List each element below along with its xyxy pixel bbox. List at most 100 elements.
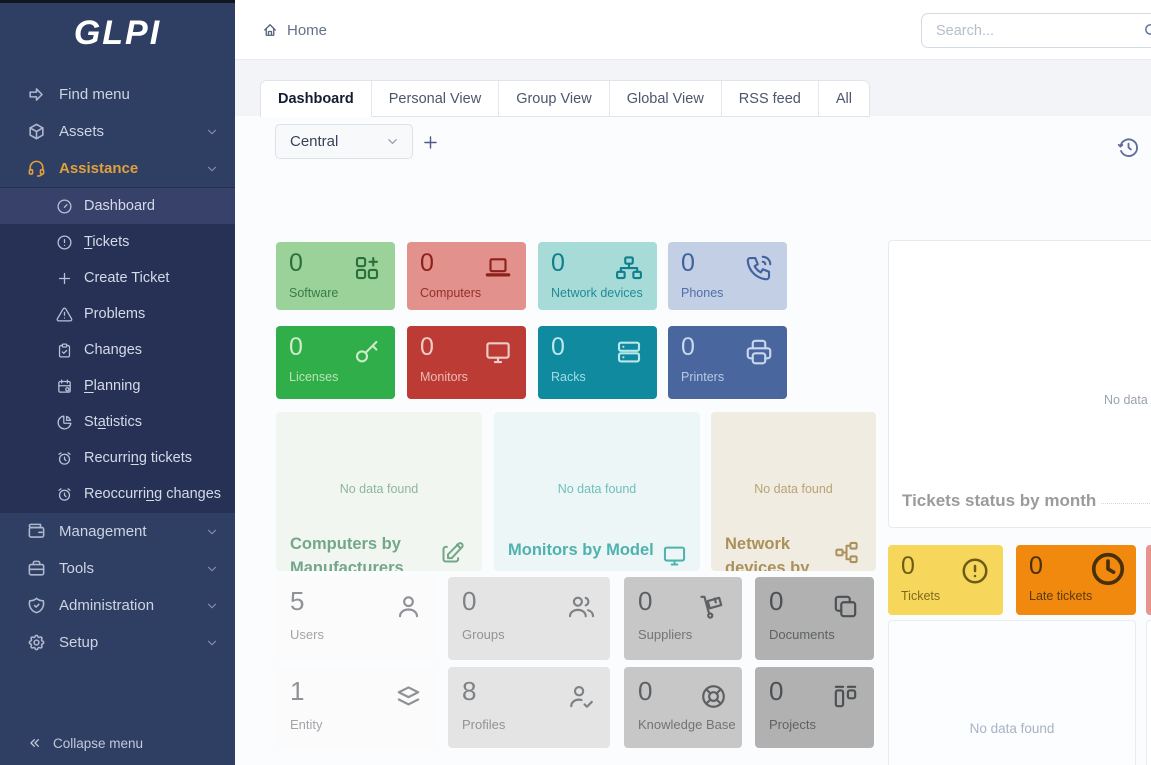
edit-icon xyxy=(439,539,466,566)
stat-tile-projects[interactable]: 0 Projects xyxy=(755,667,874,748)
stat-tile-profiles[interactable]: 8 Profiles xyxy=(448,667,610,748)
chevron-down-icon xyxy=(205,525,219,539)
chart-card-peek[interactable] xyxy=(1146,620,1151,765)
glpi-logo[interactable]: GLPI xyxy=(0,14,235,53)
stat-tile-entity[interactable]: 1 Entity xyxy=(276,667,437,748)
tab-personal-view[interactable]: Personal View xyxy=(372,81,499,117)
sidebar-item-administration[interactable]: Administration xyxy=(0,587,235,624)
dashboard-select[interactable]: Central xyxy=(275,124,413,159)
submenu-item-label: Changes xyxy=(84,342,142,358)
assistance-submenu: Dashboard Tickets Create Ticket Problems… xyxy=(0,187,235,513)
submenu-item-label: Tickets xyxy=(84,234,129,250)
submenu-item-label: Create Ticket xyxy=(84,270,169,286)
asset-tile-phones[interactable]: 0 Phones xyxy=(668,242,787,310)
gear-icon xyxy=(27,633,46,652)
search-icon[interactable] xyxy=(1143,22,1151,39)
sidebar-item-tools[interactable]: Tools xyxy=(0,550,235,587)
submenu-item-recurring-tickets[interactable]: Recurring tickets xyxy=(0,440,235,476)
tab-rss-feed[interactable]: RSS feed xyxy=(722,81,819,117)
chart-card-tickets-status-by-month[interactable]: No data found Tickets status by month xyxy=(888,240,1151,528)
sidebar-item-assistance[interactable]: Assistance xyxy=(0,150,235,187)
submenu-item-dashboard[interactable]: Dashboard xyxy=(0,188,235,224)
arrow-right-icon xyxy=(27,85,46,104)
tile-label: Projects xyxy=(769,717,816,732)
tile-label: Licenses xyxy=(289,370,338,384)
chart-card-computers-by-manufacturers[interactable]: No data found Computers by Manufacturers xyxy=(276,412,482,571)
breadcrumb[interactable]: Home xyxy=(261,0,327,60)
submenu-item-planning[interactable]: Planning xyxy=(0,368,235,404)
stat-tile-documents[interactable]: 0 Documents xyxy=(755,577,874,660)
submenu-item-statistics[interactable]: Statistics xyxy=(0,404,235,440)
home-icon xyxy=(261,21,279,39)
user-check-icon xyxy=(567,682,596,711)
submenu-item-changes[interactable]: Changes xyxy=(0,332,235,368)
asset-tile-licenses[interactable]: 0 Licenses xyxy=(276,326,395,399)
sidebar-item-label: Administration xyxy=(59,597,192,614)
sidebar-item-find-menu[interactable]: Find menu xyxy=(0,76,235,113)
submenu-item-problems[interactable]: Problems xyxy=(0,296,235,332)
ticket-tile-tickets[interactable]: 0 Tickets xyxy=(888,545,1003,615)
tab-group-view[interactable]: Group View xyxy=(499,81,610,117)
no-data-label: No data found xyxy=(1104,393,1151,407)
tile-label: Documents xyxy=(769,627,835,642)
asset-tile-network-devices[interactable]: 0 Network devices xyxy=(538,242,657,310)
sidebar-item-assets[interactable]: Assets xyxy=(0,113,235,150)
chart-card-network-devices[interactable]: No data found Network devices by xyxy=(711,412,876,571)
submenu-item-create-ticket[interactable]: Create Ticket xyxy=(0,260,235,296)
no-data-label: No data found xyxy=(711,482,876,496)
stack-icon xyxy=(394,682,423,711)
submenu-item-label: Recurring tickets xyxy=(84,450,192,466)
tile-count: 0 xyxy=(420,333,434,362)
ticket-tile-late-tickets[interactable]: 0 Late tickets xyxy=(1016,545,1136,615)
sidebar-item-label: Assets xyxy=(59,123,192,140)
chart-card-empty[interactable]: No data found xyxy=(888,620,1136,765)
tile-count: 0 xyxy=(681,249,695,278)
phone-icon xyxy=(744,253,774,283)
sidebar-item-label: Find menu xyxy=(59,86,219,103)
asset-tile-computers[interactable]: 0 Computers xyxy=(407,242,526,310)
tab-all[interactable]: All xyxy=(819,81,869,117)
stat-tile-groups[interactable]: 0 Groups xyxy=(448,577,610,660)
collapse-menu-button[interactable]: Collapse menu xyxy=(0,723,170,763)
tile-count: 0 xyxy=(462,586,476,617)
stat-tile-suppliers[interactable]: 0 Suppliers xyxy=(624,577,742,660)
history-button[interactable] xyxy=(1117,136,1142,161)
chart-card-monitors-by-model[interactable]: No data found Monitors by Model xyxy=(494,412,700,571)
tile-count: 0 xyxy=(551,249,565,278)
tile-count: 1 xyxy=(290,676,304,707)
tab-global-view[interactable]: Global View xyxy=(610,81,722,117)
glpi-app: GLPI Find menu Assets Assistance Dashboa… xyxy=(0,0,1151,765)
key-icon xyxy=(352,337,382,367)
asset-tile-monitors[interactable]: 0 Monitors xyxy=(407,326,526,399)
tile-count: 0 xyxy=(551,333,565,362)
tile-label: Suppliers xyxy=(638,627,692,642)
submenu-item-label: Problems xyxy=(84,306,145,322)
asset-tile-racks[interactable]: 0 Racks xyxy=(538,326,657,399)
ticket-tile-peek[interactable] xyxy=(1146,545,1151,615)
tile-label: Phones xyxy=(681,286,723,300)
stat-tile-knowledge-base[interactable]: 0 Knowledge Base xyxy=(624,667,742,748)
add-dashboard-button[interactable] xyxy=(417,129,443,155)
history-icon xyxy=(1117,136,1140,159)
monitor-icon xyxy=(483,337,513,367)
tab-dashboard[interactable]: Dashboard xyxy=(261,81,372,117)
search-input[interactable] xyxy=(921,13,1151,48)
submenu-item-reoccurring-changes[interactable]: Reoccurring changes xyxy=(0,476,235,512)
tile-count: 0 xyxy=(769,586,783,617)
alert-triangle-icon xyxy=(56,306,73,323)
no-data-label: No data found xyxy=(889,721,1135,736)
no-data-label: No data found xyxy=(276,482,482,496)
sidebar: GLPI Find menu Assets Assistance Dashboa… xyxy=(0,0,235,765)
asset-tile-printers[interactable]: 0 Printers xyxy=(668,326,787,399)
tile-count: 0 xyxy=(289,249,303,278)
sidebar-item-management[interactable]: Management xyxy=(0,513,235,550)
asset-tile-software[interactable]: 0 Software xyxy=(276,242,395,310)
submenu-item-tickets[interactable]: Tickets xyxy=(0,224,235,260)
package-icon xyxy=(27,122,46,141)
submenu-item-label: Dashboard xyxy=(84,198,155,214)
chevrons-left-icon xyxy=(27,735,43,751)
sidebar-item-setup[interactable]: Setup xyxy=(0,624,235,661)
stat-tile-users[interactable]: 5 Users xyxy=(276,577,437,660)
tile-label: Groups xyxy=(462,627,505,642)
chevron-down-icon xyxy=(205,599,219,613)
